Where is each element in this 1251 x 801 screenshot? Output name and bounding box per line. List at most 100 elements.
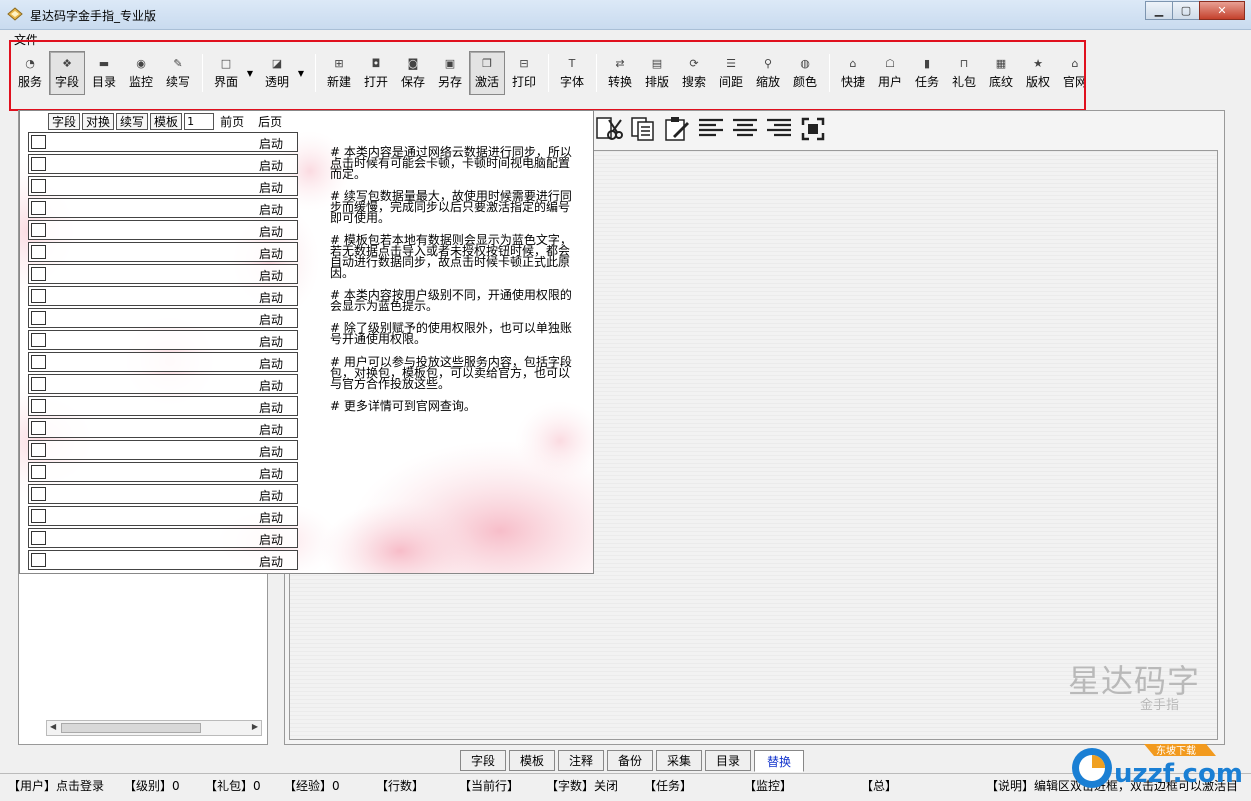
toolbar-button-monitor[interactable]: ◉ 监控: [123, 51, 159, 95]
row-checkbox[interactable]: [31, 157, 46, 171]
toolbar-button-rss[interactable]: ◔ 服务: [12, 51, 48, 95]
fullscreen-button[interactable]: [798, 115, 828, 143]
row-start-button[interactable]: 启动: [259, 201, 283, 218]
bottom-tab[interactable]: 注释: [558, 750, 604, 771]
align-left-button[interactable]: [696, 115, 726, 143]
row-checkbox[interactable]: [31, 223, 46, 237]
align-center-button[interactable]: [730, 115, 760, 143]
bottom-tab[interactable]: 备份: [607, 750, 653, 771]
toolbar-button-shortcut[interactable]: ⌂ 快捷: [835, 51, 871, 95]
popup-tab-field[interactable]: 字段: [48, 113, 81, 130]
popup-tab-continue[interactable]: 续写: [116, 113, 149, 130]
bottom-tab[interactable]: 采集: [656, 750, 702, 771]
row-start-button[interactable]: 启动: [259, 333, 283, 350]
toolbar-button-home[interactable]: ⌂ 官网: [1057, 51, 1093, 95]
toolbar-button-convert[interactable]: ⇄ 转换: [602, 51, 638, 95]
toolbar-button-window[interactable]: □ 界面: [208, 51, 244, 95]
row-checkbox[interactable]: [31, 355, 46, 369]
row-start-button[interactable]: 启动: [259, 443, 283, 460]
row-start-button[interactable]: 启动: [259, 179, 283, 196]
prev-page-link[interactable]: 前页: [220, 113, 244, 130]
row-start-button[interactable]: 启动: [259, 377, 283, 394]
service-row: 启动: [28, 132, 298, 152]
menu-file[interactable]: 文件: [10, 33, 42, 47]
row-checkbox[interactable]: [31, 333, 46, 347]
toolbar-button-save-as[interactable]: ▣ 另存: [432, 51, 468, 95]
toolbar-button-user[interactable]: ☖ 用户: [872, 51, 908, 95]
align-right-button[interactable]: [764, 115, 794, 143]
toolbar-button-gift[interactable]: ⊓ 礼包: [946, 51, 982, 95]
row-start-button[interactable]: 启动: [259, 509, 283, 526]
copy-button[interactable]: [628, 115, 658, 143]
toolbar-button-task[interactable]: ▮ 任务: [909, 51, 945, 95]
status-bar: 【用户】点击登录 【级别】0 【礼包】0 【经验】0 【行数】 【当前行】 【字数】关闭 【任…: [0, 773, 1251, 795]
toolbar-button-search[interactable]: ⟳ 搜索: [676, 51, 712, 95]
row-checkbox[interactable]: [31, 465, 46, 479]
row-checkbox[interactable]: [31, 399, 46, 413]
row-checkbox[interactable]: [31, 179, 46, 193]
dropdown-arrow-icon[interactable]: ▼: [245, 51, 255, 95]
toolbar-button-font[interactable]: T 字体: [554, 51, 590, 95]
row-start-button[interactable]: 启动: [259, 465, 283, 482]
row-checkbox[interactable]: [31, 421, 46, 435]
toolbar-button-color[interactable]: ◍ 颜色: [787, 51, 823, 95]
popup-tab-swap[interactable]: 对换: [82, 113, 115, 130]
row-start-button[interactable]: 启动: [259, 245, 283, 262]
bottom-tab[interactable]: 目录: [705, 750, 751, 771]
dropdown-arrow-icon[interactable]: ▼: [296, 51, 306, 95]
toolbar-button-save[interactable]: ◙ 保存: [395, 51, 431, 95]
row-checkbox[interactable]: [31, 245, 46, 259]
row-start-button[interactable]: 启动: [259, 135, 283, 152]
scroll-right-icon[interactable]: ▶: [252, 722, 258, 731]
row-start-button[interactable]: 启动: [259, 157, 283, 174]
row-checkbox[interactable]: [31, 443, 46, 457]
toolbar-button-transparency[interactable]: ◪ 透明: [259, 51, 295, 95]
bottom-tab[interactable]: 模板: [509, 750, 555, 771]
toolbar-button-layout[interactable]: ▤ 排版: [639, 51, 675, 95]
toolbar-button-texture[interactable]: ▦ 底纹: [983, 51, 1019, 95]
close-button[interactable]: ✕: [1199, 1, 1245, 20]
row-start-button[interactable]: 启动: [259, 487, 283, 504]
toolbar-button-zoom[interactable]: ⚲ 缩放: [750, 51, 786, 95]
row-checkbox[interactable]: [31, 267, 46, 281]
cut-button[interactable]: [594, 115, 624, 143]
row-start-button[interactable]: 启动: [259, 311, 283, 328]
row-checkbox[interactable]: [31, 553, 46, 567]
toolbar-button-print[interactable]: ⊟ 打印: [506, 51, 542, 95]
minimize-button[interactable]: ▁: [1145, 1, 1173, 20]
toolbar-button-pen[interactable]: ✎ 续写: [160, 51, 196, 95]
row-checkbox[interactable]: [31, 135, 46, 149]
toolbar-button-star[interactable]: ★ 版权: [1020, 51, 1056, 95]
row-start-button[interactable]: 启动: [259, 223, 283, 240]
toolbar-button-folder[interactable]: ▬ 目录: [86, 51, 122, 95]
row-start-button[interactable]: 启动: [259, 553, 283, 570]
bottom-tab[interactable]: 字段: [460, 750, 506, 771]
toolbar-button-spacing[interactable]: ☰ 间距: [713, 51, 749, 95]
row-checkbox[interactable]: [31, 201, 46, 215]
toolbar-button-open[interactable]: ◘ 打开: [358, 51, 394, 95]
row-start-button[interactable]: 启动: [259, 289, 283, 306]
row-checkbox[interactable]: [31, 311, 46, 325]
row-start-button[interactable]: 启动: [259, 399, 283, 416]
row-start-button[interactable]: 启动: [259, 355, 283, 372]
toolbar-button-new[interactable]: ⊞ 新建: [321, 51, 357, 95]
row-start-button[interactable]: 启动: [259, 531, 283, 548]
page-number-input[interactable]: 1: [184, 113, 215, 130]
scroll-left-icon[interactable]: ◀: [50, 722, 56, 731]
row-start-button[interactable]: 启动: [259, 267, 283, 284]
next-page-link[interactable]: 后页: [258, 113, 282, 130]
row-start-button[interactable]: 启动: [259, 421, 283, 438]
scroll-thumb[interactable]: [61, 723, 201, 733]
paste-button[interactable]: [662, 115, 692, 143]
row-checkbox[interactable]: [31, 377, 46, 391]
row-checkbox[interactable]: [31, 531, 46, 545]
toolbar-button-diamond[interactable]: ❖ 字段: [49, 51, 85, 95]
popup-tab-template[interactable]: 模板: [150, 113, 183, 130]
row-checkbox[interactable]: [31, 487, 46, 501]
toolbar-button-activate[interactable]: ❐ 激活: [469, 51, 505, 95]
bottom-tab[interactable]: 替换: [754, 750, 804, 772]
maximize-button[interactable]: ▢: [1172, 1, 1200, 20]
left-horizontal-scrollbar[interactable]: ◀ ▶: [46, 720, 262, 736]
row-checkbox[interactable]: [31, 509, 46, 523]
row-checkbox[interactable]: [31, 289, 46, 303]
